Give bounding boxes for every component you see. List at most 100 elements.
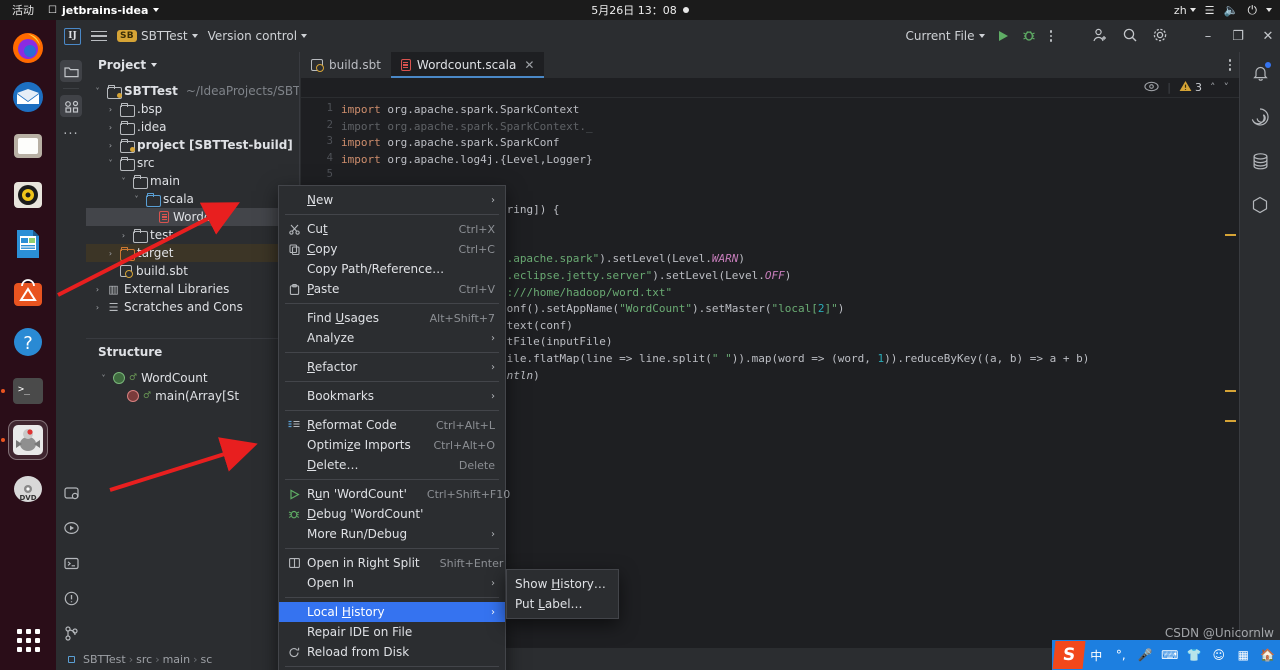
account-icon[interactable] — [1092, 27, 1108, 46]
project-tree-item[interactable]: › ☰ Scratches and Cons — [86, 298, 299, 316]
context-menu-item[interactable]: Cut Ctrl+X — [279, 219, 505, 239]
minimize-button[interactable]: – — [1200, 29, 1216, 44]
editor-marker-track[interactable] — [1221, 98, 1239, 648]
context-menu-item[interactable]: Open In › — [279, 573, 505, 593]
context-menu-item[interactable]: Copy Ctrl+C — [279, 239, 505, 259]
context-menu-item[interactable]: Local History › — [279, 602, 505, 622]
ime-home-icon[interactable]: 🏠 — [1256, 648, 1280, 662]
project-tree-item[interactable]: › target — [86, 244, 299, 262]
warning-marker[interactable] — [1225, 420, 1236, 422]
spark-tool-icon[interactable] — [1249, 106, 1271, 128]
context-menu-item[interactable]: Bookmarks › — [279, 386, 505, 406]
project-tree-item[interactable]: ˅ src — [86, 154, 299, 172]
ime-skin-icon[interactable]: 👕 — [1182, 648, 1207, 662]
project-tree-item[interactable]: › .idea — [86, 118, 299, 136]
warning-count-badge[interactable]: 3 — [1179, 80, 1202, 95]
power-icon[interactable]: ⏻ — [1248, 3, 1258, 18]
structure-tool-icon[interactable] — [60, 95, 82, 117]
context-menu-item[interactable]: Repair IDE on File — [279, 622, 505, 642]
context-menu-item[interactable]: Debug 'WordCount' — [279, 504, 505, 524]
breadcrumb-item[interactable]: SBTTest — [83, 653, 126, 666]
structure-tree-item[interactable]: ♂ main(Array[St — [86, 387, 299, 405]
editor-tabs-more-icon[interactable] — [1228, 59, 1231, 71]
breadcrumb-item[interactable]: main — [163, 653, 190, 666]
activities-button[interactable]: 活动 — [12, 2, 34, 18]
commit-tool-icon[interactable] — [60, 482, 82, 504]
tree-expand-arrow-icon[interactable]: › — [105, 105, 116, 114]
tree-expand-arrow-icon[interactable]: ˅ — [105, 159, 116, 168]
terminal-tool-icon[interactable] — [60, 552, 82, 574]
terminal-icon[interactable]: >_ — [8, 371, 48, 411]
ubuntu-software-icon[interactable] — [8, 273, 48, 313]
context-menu-item[interactable]: Analyze › — [279, 328, 505, 348]
volume-icon[interactable]: 🔈 — [1224, 3, 1239, 17]
search-icon[interactable] — [1122, 27, 1138, 46]
tree-expand-arrow-icon[interactable]: ˅ — [98, 374, 109, 383]
problems-tool-icon[interactable] — [60, 587, 82, 609]
thunderbird-icon[interactable] — [8, 77, 48, 117]
breadcrumb-item[interactable]: sc — [200, 653, 212, 666]
database-tool-icon[interactable] — [1249, 150, 1271, 172]
context-menu-item[interactable]: Paste Ctrl+V — [279, 279, 505, 299]
project-tree-item[interactable]: ˅ scala — [86, 190, 299, 208]
project-tool-icon[interactable] — [60, 60, 82, 82]
tree-expand-arrow-icon[interactable]: › — [92, 285, 103, 294]
project-tree-item[interactable]: ›project [SBTTest-build]sou — [86, 136, 299, 154]
close-icon[interactable]: ✕ — [524, 58, 534, 72]
tree-expand-arrow-icon[interactable]: ˅ — [131, 195, 142, 204]
maximize-button[interactable]: ❐ — [1230, 29, 1246, 44]
tree-expand-arrow-icon[interactable]: › — [118, 231, 129, 240]
version-control-tool-icon[interactable] — [60, 622, 82, 644]
ime-emoji-icon[interactable]: ☺ — [1207, 648, 1232, 662]
warning-marker[interactable] — [1225, 234, 1236, 236]
reader-mode-icon[interactable] — [1144, 81, 1159, 95]
gradle-tool-icon[interactable] — [1249, 194, 1271, 216]
settings-gear-icon[interactable] — [1152, 27, 1168, 46]
ime-microphone-icon[interactable]: 🎤 — [1133, 648, 1158, 662]
show-applications-icon[interactable] — [8, 620, 48, 660]
run-configuration-selector[interactable]: Current File — [906, 29, 985, 43]
context-menu-item[interactable]: Open in Right Split Shift+Enter — [279, 553, 505, 573]
previous-problem-icon[interactable]: ˄ — [1210, 81, 1216, 94]
ime-apps-icon[interactable]: ▦ — [1231, 648, 1256, 662]
context-menu-item[interactable]: Reformat Code Ctrl+Alt+L — [279, 415, 505, 435]
context-menu-item[interactable]: Copy Path/Reference… — [279, 259, 505, 279]
files-icon[interactable] — [8, 126, 48, 166]
editor-tab[interactable]: Wordcount.scala ✕ — [390, 52, 545, 78]
warning-marker[interactable] — [1225, 390, 1236, 392]
project-tree-item[interactable]: › .bsp — [86, 100, 299, 118]
next-problem-icon[interactable]: ˅ — [1224, 81, 1230, 94]
tree-expand-arrow-icon[interactable]: › — [105, 123, 116, 132]
context-menu-item[interactable]: Delete… Delete — [279, 455, 505, 475]
context-menu-item[interactable]: More Run/Debug › — [279, 524, 505, 544]
dvd-icon[interactable]: DVD — [8, 469, 48, 509]
tree-expand-arrow-icon[interactable]: › — [105, 141, 116, 150]
context-menu-item[interactable]: Reload from Disk — [279, 642, 505, 662]
project-widget[interactable]: SB SBTTest — [117, 29, 198, 43]
more-tool-windows-icon[interactable]: ··· — [60, 123, 82, 145]
project-tree-item[interactable]: › ▥ External Libraries — [86, 280, 299, 298]
submenu-item[interactable]: Show History… — [507, 574, 618, 594]
tree-expand-arrow-icon[interactable]: ˅ — [118, 177, 129, 186]
ime-chinese-mode-button[interactable]: 中 — [1084, 647, 1109, 664]
context-menu-item[interactable]: Refactor › — [279, 357, 505, 377]
close-button[interactable]: ✕ — [1260, 29, 1276, 44]
project-tree-item[interactable]: › test — [86, 226, 299, 244]
structure-tree-item[interactable]: ˅ ♂ WordCount — [86, 369, 299, 387]
project-tree-item[interactable]: build.sbt — [86, 262, 299, 280]
ime-keyboard-icon[interactable]: ⌨ — [1158, 648, 1183, 662]
editor-tab[interactable]: build.sbt — [301, 52, 391, 78]
intellij-idea-icon[interactable] — [8, 420, 48, 460]
network-icon[interactable]: ☰​ — [1205, 4, 1215, 17]
sogou-logo-icon[interactable]: S — [1052, 641, 1086, 669]
firefox-icon[interactable] — [8, 28, 48, 68]
libreoffice-writer-icon[interactable] — [8, 224, 48, 264]
project-tree-item[interactable]: Wordcou — [86, 208, 299, 226]
project-panel-header[interactable]: Project — [86, 52, 299, 78]
debug-icon[interactable] — [1022, 28, 1036, 45]
tree-expand-arrow-icon[interactable]: ˅ — [92, 87, 103, 96]
ime-punctuation-button[interactable]: °, — [1109, 648, 1134, 662]
run-icon[interactable] — [998, 31, 1008, 41]
notifications-bell-icon[interactable] — [1249, 62, 1271, 84]
submenu-item[interactable]: Put Label… — [507, 594, 618, 614]
